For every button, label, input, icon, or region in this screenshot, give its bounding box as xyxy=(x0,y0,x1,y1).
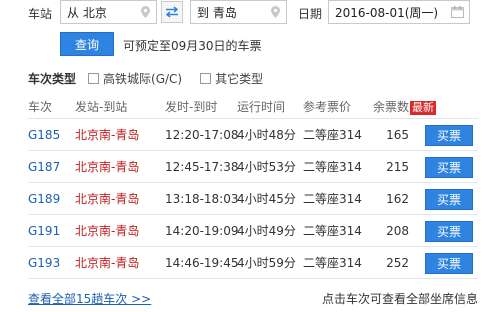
to-station-input[interactable]: 到 青岛 xyxy=(190,0,287,24)
train-seats: 252 xyxy=(386,255,409,270)
buy-ticket-button[interactable]: 买票 xyxy=(425,189,473,210)
filter-title: 车次类型 xyxy=(28,72,77,86)
train-price: 二等座314 xyxy=(303,160,362,174)
train-duration: 4小时48分 xyxy=(237,128,296,142)
from-station-input[interactable]: 从 北京 xyxy=(60,0,157,24)
train-route: 北京南-青岛 xyxy=(75,192,140,206)
table-row: G193 北京南-青岛 14:46-19:45 4小时59分 二等座314 25… xyxy=(28,247,478,279)
location-pin-icon xyxy=(271,6,280,18)
train-times: 14:46-19:45 xyxy=(165,255,239,270)
query-button[interactable]: 查询 xyxy=(60,32,114,56)
table-row: G189 北京南-青岛 13:18-18:03 4小时45分 二等座314 16… xyxy=(28,183,478,215)
train-number[interactable]: G185 xyxy=(28,128,60,142)
train-number[interactable]: G191 xyxy=(28,224,60,238)
filter-option-label: 其它类型 xyxy=(215,72,264,86)
train-route: 北京南-青岛 xyxy=(75,256,140,270)
high-speed-checkbox[interactable] xyxy=(88,73,100,84)
train-duration: 4小时53分 xyxy=(237,160,296,174)
location-pin-icon xyxy=(141,6,150,18)
swap-stations-button[interactable] xyxy=(161,1,183,23)
train-seats: 165 xyxy=(386,127,409,142)
train-times: 12:45-17:38 xyxy=(165,159,239,174)
view-all-trains-link[interactable]: 查看全部15趟车次 >> xyxy=(28,290,151,307)
train-price: 二等座314 xyxy=(303,256,362,270)
station-label: 车站 xyxy=(28,7,53,21)
latest-badge: 最新 xyxy=(410,101,437,115)
train-times: 12:20-17:08 xyxy=(165,127,239,142)
date-input[interactable]: 2016-08-01(周一) xyxy=(328,0,470,24)
header-duration: 运行时间 xyxy=(237,100,286,114)
date-value: 2016-08-01(周一) xyxy=(335,5,439,20)
from-station-value: 从 北京 xyxy=(67,5,107,20)
train-route: 北京南-青岛 xyxy=(75,128,140,142)
train-number[interactable]: G193 xyxy=(28,256,60,270)
filter-high-speed[interactable]: 高铁城际(G/C) xyxy=(88,70,182,87)
buy-ticket-button[interactable]: 买票 xyxy=(425,157,473,178)
train-number[interactable]: G189 xyxy=(28,192,60,206)
filter-option-label: 高铁城际(G/C) xyxy=(103,72,183,86)
train-table: 车次 发站-到站 发时-到时 运行时间 参考票价 余票数 最新 G185 北京南-… xyxy=(28,95,478,279)
train-seats: 162 xyxy=(386,191,409,206)
date-label: 日期 xyxy=(298,7,323,21)
header-seats-label: 余票数 xyxy=(373,100,410,114)
train-times: 14:20-19:09 xyxy=(165,223,239,238)
train-price: 二等座314 xyxy=(303,224,362,238)
train-number[interactable]: G187 xyxy=(28,160,60,174)
train-duration: 4小时45分 xyxy=(237,192,296,206)
train-duration: 4小时49分 xyxy=(237,224,296,238)
footer-note: 点击车次可查看全部坐席信息 xyxy=(321,292,478,306)
train-route: 北京南-青岛 xyxy=(75,160,140,174)
buy-ticket-button[interactable]: 买票 xyxy=(425,221,473,242)
header-times: 发时-到时 xyxy=(165,100,218,114)
header-price: 参考票价 xyxy=(303,100,352,114)
train-seats: 208 xyxy=(386,223,409,238)
table-header: 车次 发站-到站 发时-到时 运行时间 参考票价 余票数 最新 xyxy=(28,95,478,119)
buy-ticket-button[interactable]: 买票 xyxy=(425,253,473,274)
train-duration: 4小时59分 xyxy=(237,256,296,270)
train-times: 13:18-18:03 xyxy=(165,191,239,206)
table-row: G185 北京南-青岛 12:20-17:08 4小时48分 二等座314 16… xyxy=(28,119,478,151)
to-station-value: 到 青岛 xyxy=(197,5,237,20)
header-route: 发站-到站 xyxy=(75,100,128,114)
train-price: 二等座314 xyxy=(303,192,362,206)
header-train: 车次 xyxy=(28,100,53,114)
train-type-filters: 车次类型 高铁城际(G/C) 其它类型 xyxy=(28,70,275,87)
train-price: 二等座314 xyxy=(303,128,362,142)
filter-other[interactable]: 其它类型 xyxy=(200,70,263,87)
other-type-checkbox[interactable] xyxy=(200,73,212,84)
calendar-icon[interactable] xyxy=(451,6,464,18)
table-row: G187 北京南-青岛 12:45-17:38 4小时53分 二等座314 21… xyxy=(28,151,478,183)
swap-arrows-icon xyxy=(165,6,179,18)
booking-hint: 可预定至09月30日的车票 xyxy=(123,39,262,53)
table-row: G191 北京南-青岛 14:20-19:09 4小时49分 二等座314 20… xyxy=(28,215,478,247)
table-footer: 查看全部15趟车次 >> 点击车次可查看全部坐席信息 xyxy=(28,290,478,307)
train-route: 北京南-青岛 xyxy=(75,224,140,238)
train-seats: 215 xyxy=(386,159,409,174)
header-seats: 余票数 最新 xyxy=(373,98,437,115)
buy-ticket-button[interactable]: 买票 xyxy=(425,125,473,146)
